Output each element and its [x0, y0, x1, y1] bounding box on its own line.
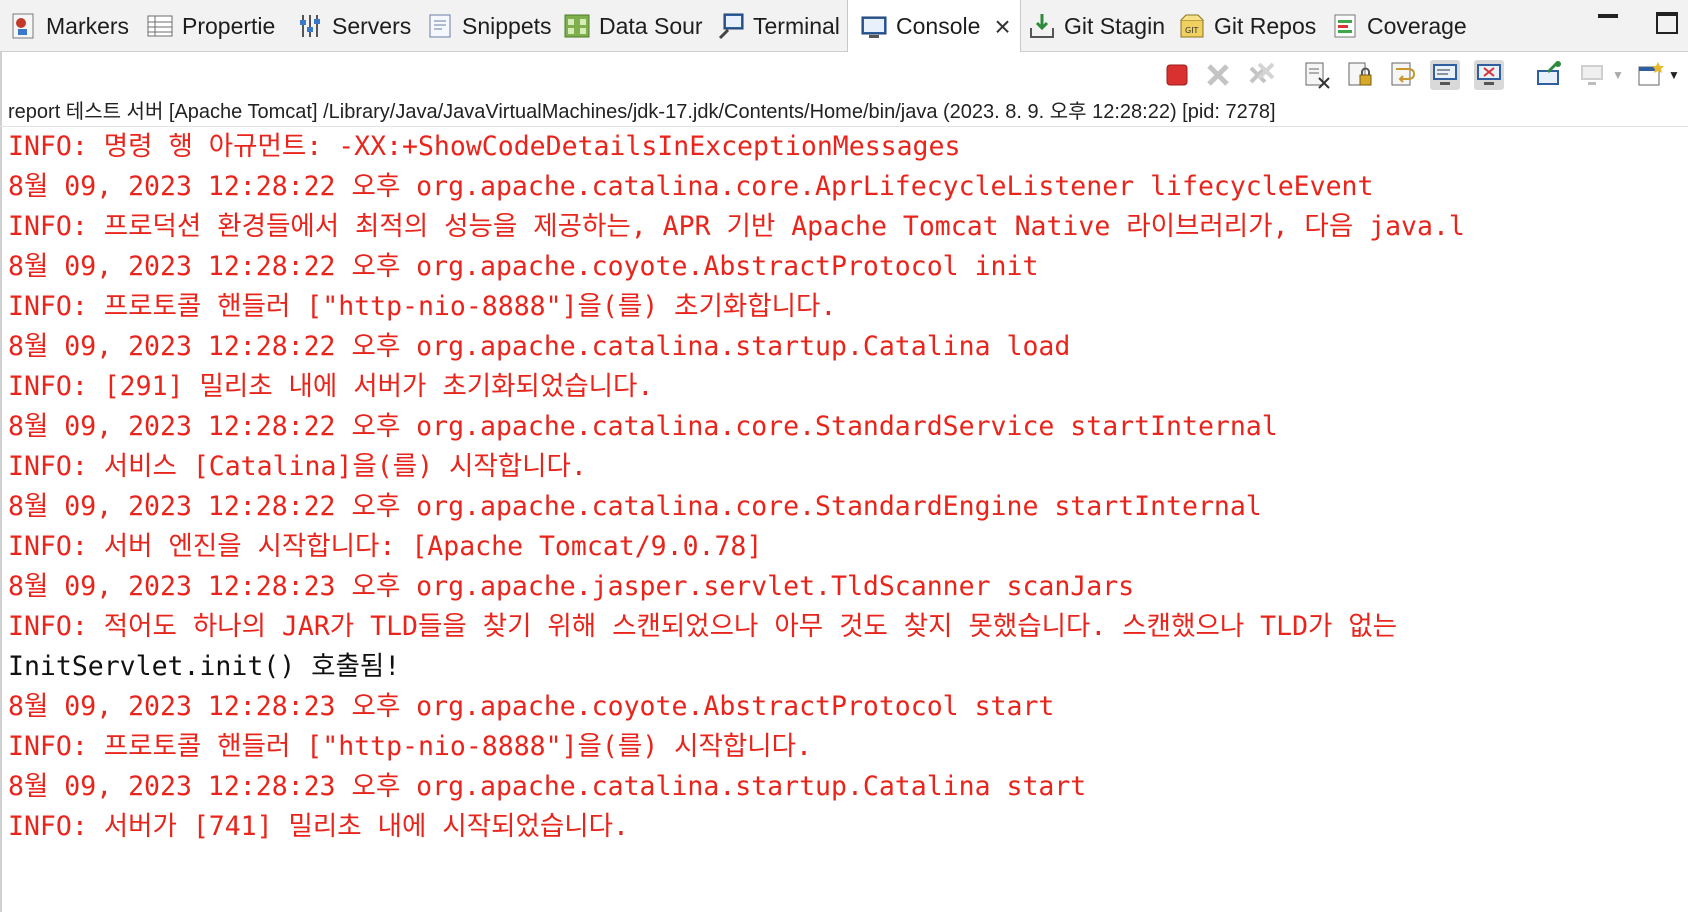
terminal-icon: [718, 13, 744, 40]
servers-icon: [300, 15, 320, 37]
tab-git-staging[interactable]: Git Stagin: [1028, 0, 1165, 52]
maximize-icon[interactable]: [1656, 12, 1678, 34]
console-icon: [861, 16, 887, 38]
tab-data-source[interactable]: Data Sour: [563, 0, 703, 52]
tab-servers[interactable]: Servers: [296, 0, 411, 52]
console-toolbar: ▼ ▼: [0, 52, 1688, 97]
console-line-stderr: 8월 09, 2023 12:28:23 오후 org.apache.catal…: [8, 771, 1087, 802]
console-line-stderr: 8월 09, 2023 12:28:23 오후 org.apache.coyot…: [8, 691, 1055, 722]
tab-label: Markers: [46, 12, 130, 39]
word-wrap-icon[interactable]: [1388, 60, 1418, 90]
console-line-stderr: 8월 09, 2023 12:28:22 오후 org.apache.catal…: [8, 331, 1071, 362]
close-tab-icon[interactable]: ×: [994, 12, 1010, 41]
snippets-icon: [429, 14, 451, 38]
process-description: report 테스트 서버 [Apache Tomcat] /Library/J…: [8, 101, 1276, 123]
console-line-stderr: 8월 09, 2023 12:28:23 오후 org.apache.jaspe…: [8, 571, 1135, 602]
console-line-stderr: INFO: 프로덕션 환경들에서 최적의 성능을 제공하는, APR 기반 Ap…: [8, 211, 1465, 242]
console-line-stderr: 8월 09, 2023 12:28:22 오후 org.apache.catal…: [8, 411, 1278, 442]
console-line-stderr: 8월 09, 2023 12:28:22 오후 org.apache.catal…: [8, 491, 1262, 522]
tab-label: Git Stagin: [1064, 12, 1165, 39]
svg-text:GIT: GIT: [1185, 26, 1199, 35]
tab-label: Coverage: [1367, 12, 1467, 39]
properties-icon: [147, 15, 173, 37]
console-line-stderr: INFO: 명령 행 아규먼트: -XX:+ShowCodeDetailsInE…: [8, 131, 961, 162]
markers-icon: [12, 13, 34, 39]
console-line-stderr: INFO: 적어도 하나의 JAR가 TLD들을 찾기 위해 스캔되었으나 아무…: [8, 611, 1398, 642]
tab-markers[interactable]: Markers: [10, 0, 129, 52]
tab-label: Terminal: [753, 12, 840, 39]
terminate-icon[interactable]: [1162, 60, 1192, 90]
console-line-stderr: INFO: 프로토콜 핸들러 ["http-nio-8888"]을(를) 시작합…: [8, 731, 812, 762]
remove-all-terminated-icon[interactable]: [1247, 60, 1277, 90]
tab-properties[interactable]: Propertie: [146, 0, 275, 52]
tab-terminal[interactable]: Terminal: [717, 0, 840, 52]
remove-launch-icon[interactable]: [1203, 60, 1233, 90]
show-on-stderr-icon[interactable]: [1474, 60, 1504, 90]
show-on-stdout-icon[interactable]: [1430, 60, 1460, 90]
data-source-icon: [564, 14, 590, 38]
open-console-icon[interactable]: [1636, 60, 1666, 90]
tab-label: Servers: [332, 12, 412, 39]
tab-coverage[interactable]: Coverage: [1331, 0, 1467, 52]
minimize-icon[interactable]: [1598, 14, 1618, 18]
tab-console[interactable]: Console ×: [847, 0, 1021, 53]
git-repos-icon: GIT: [1180, 14, 1204, 38]
scroll-lock-icon[interactable]: [1345, 60, 1375, 90]
view-tab-bar: Markers Propertie Servers Snippets Data: [0, 0, 1688, 53]
coverage-icon: [1334, 14, 1356, 38]
tab-label: Propertie: [182, 12, 276, 39]
tab-label: Snippets: [462, 12, 552, 39]
tab-label: Console: [896, 13, 981, 39]
console-line-stderr: INFO: 프로토콜 핸들러 ["http-nio-8888"]을(를) 초기화…: [8, 291, 837, 322]
tab-snippets[interactable]: Snippets: [426, 0, 552, 52]
chevron-down-icon[interactable]: ▼: [1668, 68, 1680, 82]
console-line-stderr: INFO: 서버 엔진을 시작합니다: [Apache Tomcat/9.0.7…: [8, 531, 763, 562]
pin-console-icon[interactable]: [1534, 60, 1564, 90]
console-line-stderr: 8월 09, 2023 12:28:22 오후 org.apache.catal…: [8, 171, 1374, 202]
view-left-border: [0, 52, 2, 912]
tab-label: Data Sour: [599, 12, 703, 39]
console-line-stderr: 8월 09, 2023 12:28:22 오후 org.apache.coyot…: [8, 251, 1039, 282]
tab-label: Git Repos: [1214, 12, 1317, 39]
clear-console-icon[interactable]: [1302, 60, 1332, 90]
console-line-stderr: INFO: 서비스 [Catalina]을(를) 시작합니다.: [8, 451, 587, 482]
console-line-stderr: INFO: [291] 밀리초 내에 서버가 초기화되었습니다.: [8, 371, 654, 402]
chevron-down-icon[interactable]: ▼: [1612, 68, 1624, 82]
console-line-stderr: INFO: 서버가 [741] 밀리초 내에 시작되었습니다.: [8, 811, 629, 842]
display-selected-console-icon[interactable]: [1578, 60, 1608, 90]
git-staging-icon: [1030, 14, 1054, 38]
console-line-stdout: InitServlet.init() 호출됨!: [8, 651, 401, 682]
console-output[interactable]: INFO: 명령 행 아규먼트: -XX:+ShowCodeDetailsInE…: [8, 127, 1688, 912]
tab-git-repos[interactable]: GIT Git Repos: [1178, 0, 1316, 52]
